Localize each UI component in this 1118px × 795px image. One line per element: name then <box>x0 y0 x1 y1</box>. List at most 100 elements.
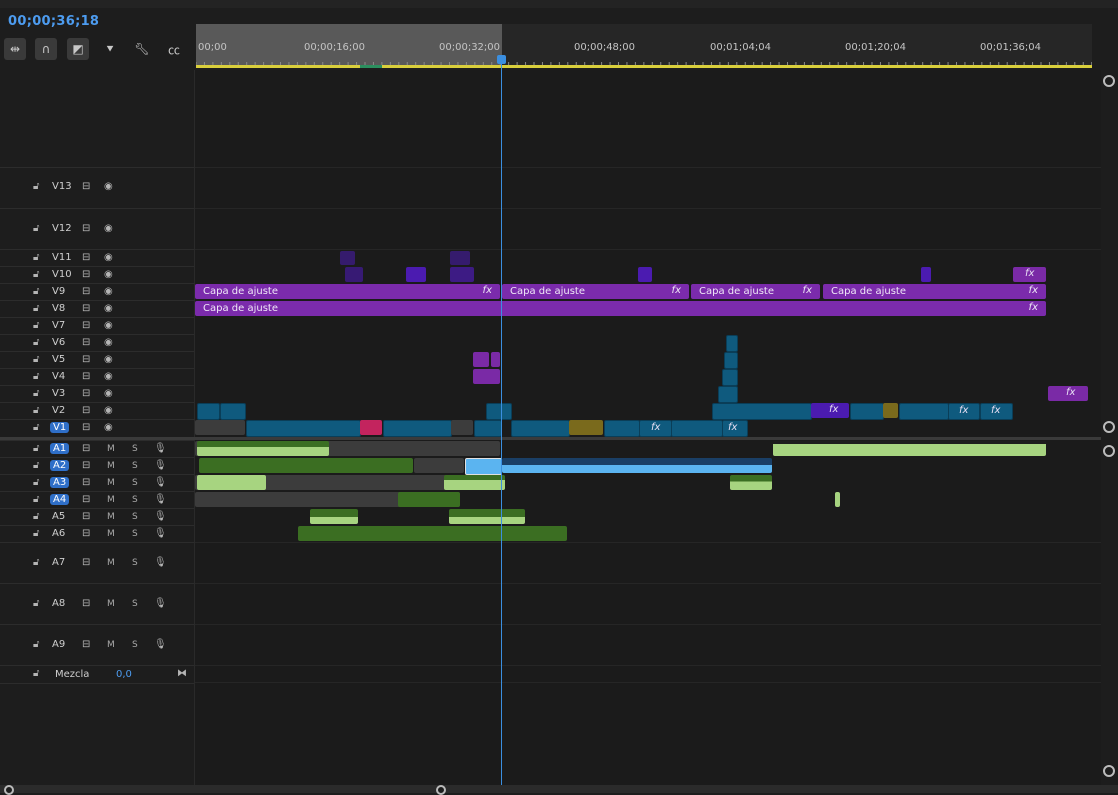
sync-icon[interactable]: ⊟ <box>82 303 90 314</box>
lock-icon[interactable]: 🔓︎ <box>33 320 39 331</box>
mute-button[interactable]: M <box>107 478 115 488</box>
lock-icon[interactable]: 🔓︎ <box>33 181 39 192</box>
solo-button[interactable]: S <box>132 640 138 650</box>
microphone-icon[interactable]: 🎙︎ <box>154 460 167 471</box>
audio-clip[interactable] <box>310 509 358 524</box>
audio-clip[interactable] <box>730 475 772 490</box>
video-clip[interactable] <box>450 267 474 282</box>
lock-icon[interactable]: 🔓︎ <box>33 639 39 650</box>
eye-icon[interactable]: ◉ <box>104 269 113 280</box>
scroll-handle[interactable] <box>1103 75 1115 87</box>
eye-icon[interactable]: ◉ <box>104 223 113 234</box>
lock-icon[interactable]: 🔓︎ <box>33 528 39 539</box>
mute-button[interactable]: M <box>107 640 115 650</box>
sync-icon[interactable]: ⊟ <box>82 494 90 505</box>
mute-button[interactable]: M <box>107 495 115 505</box>
video-clip[interactable] <box>383 420 452 437</box>
track-header-v7[interactable]: 🔓︎ V7 ⊟ ◉ <box>0 317 194 335</box>
sync-icon[interactable]: ⊟ <box>82 405 90 416</box>
solo-button[interactable]: S <box>132 512 138 522</box>
video-clip[interactable]: fx <box>811 403 849 418</box>
sync-icon[interactable]: ⊟ <box>82 286 90 297</box>
sync-icon[interactable]: ⊟ <box>82 528 90 539</box>
sync-icon[interactable]: ⊟ <box>82 354 90 365</box>
lock-icon[interactable]: 🔓︎ <box>33 422 39 433</box>
vertical-scrollbar[interactable] <box>1101 70 1118 785</box>
sync-icon[interactable]: ⊟ <box>82 337 90 348</box>
video-clip[interactable]: fx <box>1013 267 1046 282</box>
video-clip[interactable] <box>712 403 812 420</box>
mute-button[interactable]: M <box>107 599 115 609</box>
scroll-handle[interactable] <box>1103 421 1115 433</box>
eye-icon[interactable]: ◉ <box>104 252 113 263</box>
track-name[interactable]: A1 <box>50 443 70 454</box>
linked-selection-icon[interactable]: ◩ <box>67 38 89 60</box>
eye-icon[interactable]: ◉ <box>104 320 113 331</box>
eye-icon[interactable]: ◉ <box>104 286 113 297</box>
solo-button[interactable]: S <box>132 461 138 471</box>
audio-clip[interactable] <box>414 458 464 473</box>
audio-clip[interactable] <box>398 492 460 507</box>
audio-clip[interactable] <box>298 526 567 541</box>
sync-icon[interactable]: ⊟ <box>82 252 90 263</box>
mix-track-header[interactable]: 🔓︎ Mezcla 0,0 ⧓ <box>0 665 194 684</box>
collapse-icon[interactable]: ⧓ <box>177 668 187 679</box>
track-header-v13[interactable]: 🔓︎ V13 ⊟ ◉ <box>0 167 194 209</box>
sync-icon[interactable]: ⊟ <box>82 223 90 234</box>
lock-icon[interactable]: 🔓︎ <box>33 668 39 679</box>
track-header-a8[interactable]: 🔓︎ A8 ⊟ M S 🎙︎ <box>0 583 194 625</box>
solo-button[interactable]: S <box>132 599 138 609</box>
video-clip[interactable] <box>195 420 245 435</box>
video-clip[interactable] <box>406 267 426 282</box>
video-clip[interactable] <box>718 386 738 403</box>
mute-button[interactable]: M <box>107 529 115 539</box>
adjustment-layer-clip[interactable]: Capa de ajuste fx <box>823 284 1046 299</box>
video-clip[interactable] <box>491 352 500 367</box>
playhead-line[interactable] <box>501 55 502 785</box>
lock-icon[interactable]: 🔓︎ <box>33 557 39 568</box>
video-clip[interactable] <box>220 403 246 420</box>
audio-clip-selected[interactable] <box>465 458 502 475</box>
track-name[interactable]: A2 <box>50 460 70 471</box>
mute-button[interactable]: M <box>107 558 115 568</box>
sync-icon[interactable]: ⊟ <box>82 422 90 433</box>
video-clip[interactable] <box>197 403 220 420</box>
microphone-icon[interactable]: 🎙︎ <box>154 528 167 539</box>
mix-value[interactable]: 0,0 <box>116 669 132 680</box>
mute-button[interactable]: M <box>107 461 115 471</box>
lock-icon[interactable]: 🔓︎ <box>33 286 39 297</box>
video-clip[interactable] <box>360 420 382 435</box>
video-clip[interactable] <box>921 267 931 282</box>
adjustment-layer-clip[interactable]: Capa de ajuste fx <box>195 301 1046 316</box>
track-name[interactable]: V1 <box>50 422 70 433</box>
audio-clip[interactable] <box>449 509 525 524</box>
sync-icon[interactable]: ⊟ <box>82 269 90 280</box>
audio-clip[interactable] <box>444 475 505 490</box>
track-header-a7[interactable]: 🔓︎ A7 ⊟ M S 🎙︎ <box>0 542 194 584</box>
adjustment-layer-clip[interactable]: Capa de ajuste fx <box>195 284 500 299</box>
track-header-v9[interactable]: 🔓︎ V9 ⊟ ◉ <box>0 283 194 301</box>
video-clip[interactable] <box>450 251 470 265</box>
eye-icon[interactable]: ◉ <box>104 371 113 382</box>
track-name[interactable]: A4 <box>50 494 70 505</box>
eye-icon[interactable]: ◉ <box>104 388 113 399</box>
sync-icon[interactable]: ⊟ <box>82 598 90 609</box>
lock-icon[interactable]: 🔓︎ <box>33 511 39 522</box>
microphone-icon[interactable]: 🎙︎ <box>154 494 167 505</box>
solo-button[interactable]: S <box>132 478 138 488</box>
microphone-icon[interactable]: 🎙︎ <box>154 477 167 488</box>
lock-icon[interactable]: 🔓︎ <box>33 269 39 280</box>
lock-icon[interactable]: 🔓︎ <box>33 388 39 399</box>
microphone-icon[interactable]: 🎙︎ <box>154 598 167 609</box>
track-header-a9[interactable]: 🔓︎ A9 ⊟ M S 🎙︎ <box>0 624 194 666</box>
insert-snap-icon[interactable]: ⇹ <box>4 38 26 60</box>
audio-clip[interactable] <box>773 441 1046 456</box>
video-clip[interactable] <box>883 403 898 418</box>
eye-icon[interactable]: ◉ <box>104 422 113 433</box>
playhead-timecode[interactable]: 00;00;36;18 <box>8 14 99 29</box>
video-clip[interactable] <box>345 267 363 282</box>
wrench-icon[interactable]: 🔧︎ <box>131 38 153 60</box>
track-header-a4[interactable]: 🔓︎ A4 ⊟ M S 🎙︎ <box>0 491 194 509</box>
audio-clip-selected[interactable] <box>502 458 772 473</box>
track-header-v10[interactable]: 🔓︎ V10 ⊟ ◉ <box>0 266 194 284</box>
